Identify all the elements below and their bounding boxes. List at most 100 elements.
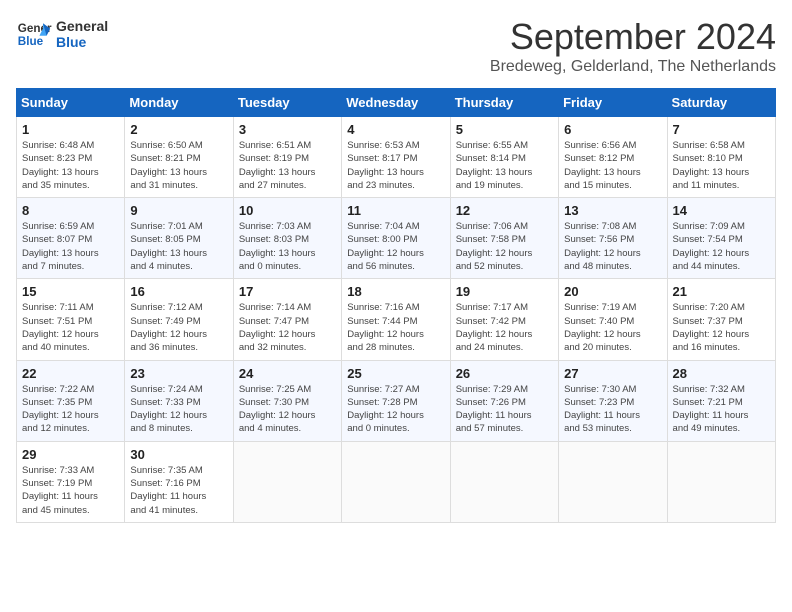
day-info: Sunrise: 6:55 AM Sunset: 8:14 PM Dayligh… [456,139,553,192]
day-number: 18 [347,284,444,299]
calendar-week-3: 15 Sunrise: 7:11 AM Sunset: 7:51 PM Dayli… [17,279,776,360]
day-number: 25 [347,366,444,381]
calendar-cell: 26 Sunrise: 7:29 AM Sunset: 7:26 PM Dayli… [450,360,558,441]
calendar-cell: 27Sunrise: 7:30 AM Sunset: 7:23 PM Dayli… [559,360,667,441]
calendar-cell: 28 Sunrise: 7:32 AM Sunset: 7:21 PM Dayli… [667,360,775,441]
day-info: Sunrise: 7:22 AM Sunset: 7:35 PM Dayligh… [22,383,119,436]
calendar-cell: 8 Sunrise: 6:59 AM Sunset: 8:07 PM Daylig… [17,198,125,279]
calendar-cell [233,441,341,522]
day-info: Sunrise: 7:08 AM Sunset: 7:56 PM Dayligh… [564,220,661,273]
day-info: Sunrise: 7:01 AM Sunset: 8:05 PM Dayligh… [130,220,227,273]
day-number: 20 [564,284,661,299]
calendar-cell: 4 Sunrise: 6:53 AM Sunset: 8:17 PM Daylig… [342,117,450,198]
weekday-header-tuesday: Tuesday [233,89,341,117]
day-number: 21 [673,284,770,299]
day-info: Sunrise: 6:48 AM Sunset: 8:23 PM Dayligh… [22,139,119,192]
day-number: 7 [673,122,770,137]
calendar-cell: 23 Sunrise: 7:24 AM Sunset: 7:33 PM Dayli… [125,360,233,441]
day-number: 27 [564,366,661,381]
day-info: Sunrise: 7:33 AM Sunset: 7:19 PM Dayligh… [22,464,119,517]
calendar-cell: 19 Sunrise: 7:17 AM Sunset: 7:42 PM Dayli… [450,279,558,360]
weekday-header-friday: Friday [559,89,667,117]
calendar-cell: 30 Sunrise: 7:35 AM Sunset: 7:16 PM Dayli… [125,441,233,522]
day-info: Sunrise: 7:27 AM Sunset: 7:28 PM Dayligh… [347,383,444,436]
day-number: 22 [22,366,119,381]
calendar-cell: 14 Sunrise: 7:09 AM Sunset: 7:54 PM Dayli… [667,198,775,279]
day-number: 29 [22,447,119,462]
day-number: 13 [564,203,661,218]
calendar-cell [559,441,667,522]
calendar-cell: 20 Sunrise: 7:19 AM Sunset: 7:40 PM Dayli… [559,279,667,360]
calendar-cell: 17Sunrise: 7:14 AM Sunset: 7:47 PM Dayli… [233,279,341,360]
day-number: 11 [347,203,444,218]
day-number: 3 [239,122,336,137]
day-info: Sunrise: 7:12 AM Sunset: 7:49 PM Dayligh… [130,301,227,354]
calendar-cell: 11 Sunrise: 7:04 AM Sunset: 8:00 PM Dayli… [342,198,450,279]
day-number: 30 [130,447,227,462]
day-info: Sunrise: 6:53 AM Sunset: 8:17 PM Dayligh… [347,139,444,192]
day-number: 26 [456,366,553,381]
day-info: Sunrise: 7:29 AM Sunset: 7:26 PM Dayligh… [456,383,553,436]
weekday-header-thursday: Thursday [450,89,558,117]
day-info: Sunrise: 6:56 AM Sunset: 8:12 PM Dayligh… [564,139,661,192]
weekday-header-sunday: Sunday [17,89,125,117]
day-number: 4 [347,122,444,137]
day-info: Sunrise: 7:19 AM Sunset: 7:40 PM Dayligh… [564,301,661,354]
calendar-cell [667,441,775,522]
calendar-cell: 3Sunrise: 6:51 AM Sunset: 8:19 PM Daylig… [233,117,341,198]
day-info: Sunrise: 7:17 AM Sunset: 7:42 PM Dayligh… [456,301,553,354]
calendar-cell: 24Sunrise: 7:25 AM Sunset: 7:30 PM Dayli… [233,360,341,441]
calendar-cell: 29 Sunrise: 7:33 AM Sunset: 7:19 PM Dayli… [17,441,125,522]
logo-icon: General Blue [16,16,52,52]
day-number: 16 [130,284,227,299]
day-info: Sunrise: 7:03 AM Sunset: 8:03 PM Dayligh… [239,220,336,273]
logo-general: General [56,18,108,34]
day-info: Sunrise: 7:09 AM Sunset: 7:54 PM Dayligh… [673,220,770,273]
calendar-cell: 22 Sunrise: 7:22 AM Sunset: 7:35 PM Dayli… [17,360,125,441]
calendar-cell: 2Sunrise: 6:50 AM Sunset: 8:21 PM Daylig… [125,117,233,198]
weekday-header-wednesday: Wednesday [342,89,450,117]
page-header: General Blue General Blue September 2024… [16,16,776,76]
day-info: Sunrise: 7:35 AM Sunset: 7:16 PM Dayligh… [130,464,227,517]
calendar-cell: 13 Sunrise: 7:08 AM Sunset: 7:56 PM Dayli… [559,198,667,279]
month-title: September 2024 [490,16,776,58]
calendar-cell [342,441,450,522]
location-subtitle: Bredeweg, Gelderland, The Netherlands [490,58,776,76]
calendar-week-1: 1 Sunrise: 6:48 AM Sunset: 8:23 PM Daylig… [17,117,776,198]
weekday-header-monday: Monday [125,89,233,117]
day-number: 8 [22,203,119,218]
day-number: 23 [130,366,227,381]
day-number: 28 [673,366,770,381]
day-info: Sunrise: 6:50 AM Sunset: 8:21 PM Dayligh… [130,139,227,192]
day-number: 1 [22,122,119,137]
day-info: Sunrise: 7:24 AM Sunset: 7:33 PM Dayligh… [130,383,227,436]
day-info: Sunrise: 7:20 AM Sunset: 7:37 PM Dayligh… [673,301,770,354]
day-info: Sunrise: 7:11 AM Sunset: 7:51 PM Dayligh… [22,301,119,354]
day-number: 6 [564,122,661,137]
calendar-cell: 18 Sunrise: 7:16 AM Sunset: 7:44 PM Dayli… [342,279,450,360]
day-info: Sunrise: 6:58 AM Sunset: 8:10 PM Dayligh… [673,139,770,192]
day-info: Sunrise: 7:32 AM Sunset: 7:21 PM Dayligh… [673,383,770,436]
day-number: 15 [22,284,119,299]
day-info: Sunrise: 7:16 AM Sunset: 7:44 PM Dayligh… [347,301,444,354]
weekday-header-saturday: Saturday [667,89,775,117]
calendar-cell: 10Sunrise: 7:03 AM Sunset: 8:03 PM Dayli… [233,198,341,279]
calendar-cell: 16 Sunrise: 7:12 AM Sunset: 7:49 PM Dayli… [125,279,233,360]
calendar-cell: 9 Sunrise: 7:01 AM Sunset: 8:05 PM Daylig… [125,198,233,279]
calendar-week-2: 8 Sunrise: 6:59 AM Sunset: 8:07 PM Daylig… [17,198,776,279]
day-info: Sunrise: 6:59 AM Sunset: 8:07 PM Dayligh… [22,220,119,273]
day-number: 12 [456,203,553,218]
calendar-cell: 5Sunrise: 6:55 AM Sunset: 8:14 PM Daylig… [450,117,558,198]
day-number: 19 [456,284,553,299]
title-block: September 2024 Bredeweg, Gelderland, The… [490,16,776,76]
day-number: 9 [130,203,227,218]
calendar-table: SundayMondayTuesdayWednesdayThursdayFrid… [16,88,776,523]
calendar-cell [450,441,558,522]
day-info: Sunrise: 7:14 AM Sunset: 7:47 PM Dayligh… [239,301,336,354]
day-info: Sunrise: 7:06 AM Sunset: 7:58 PM Dayligh… [456,220,553,273]
calendar-cell: 7 Sunrise: 6:58 AM Sunset: 8:10 PM Daylig… [667,117,775,198]
day-number: 14 [673,203,770,218]
calendar-cell: 15 Sunrise: 7:11 AM Sunset: 7:51 PM Dayli… [17,279,125,360]
day-info: Sunrise: 7:04 AM Sunset: 8:00 PM Dayligh… [347,220,444,273]
calendar-cell: 1 Sunrise: 6:48 AM Sunset: 8:23 PM Daylig… [17,117,125,198]
